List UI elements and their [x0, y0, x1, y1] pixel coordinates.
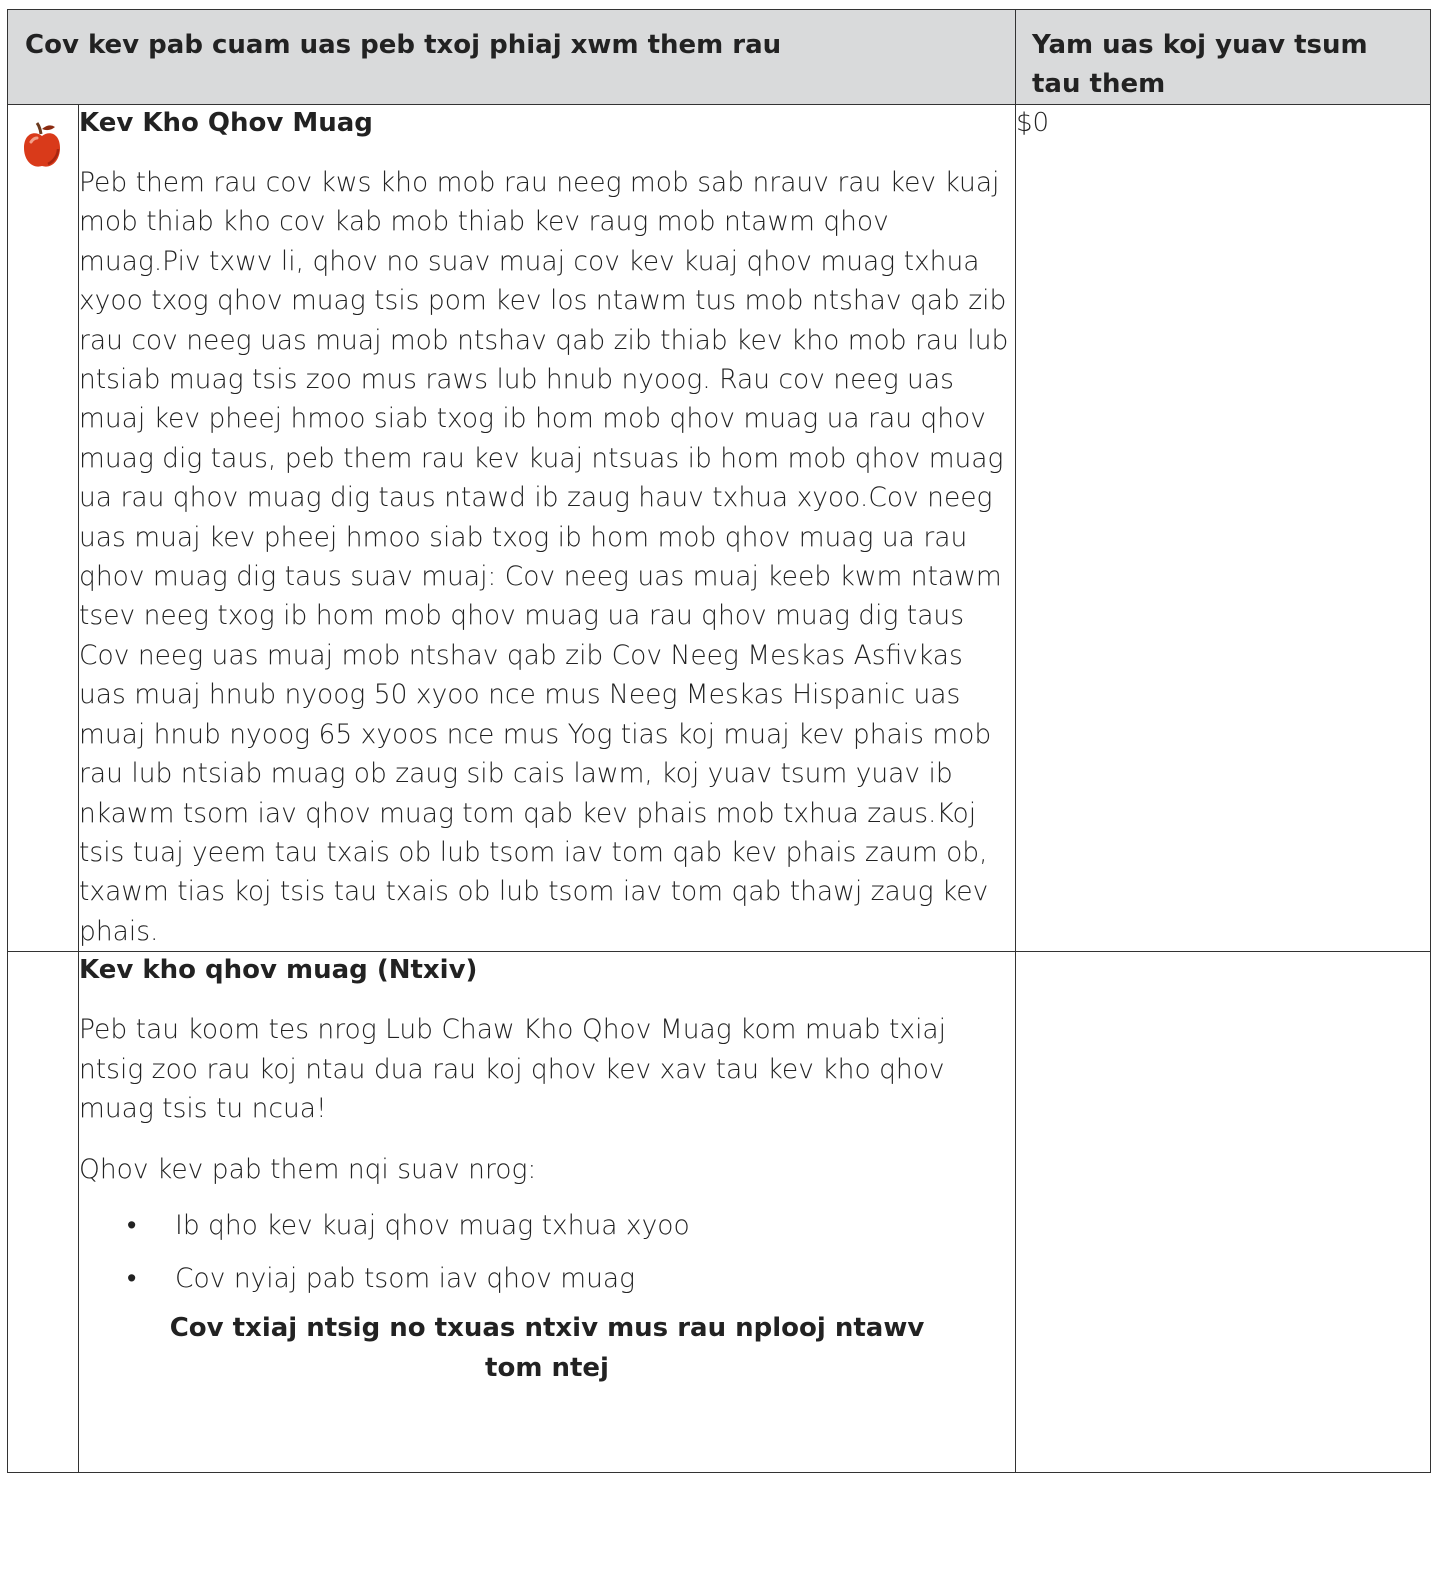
coverage-list: • Ib qho kev kuaj qhov muag txhua xyoo • C…	[79, 1206, 1015, 1298]
table-row: Kev kho qhov muag (Ntxiv) Peb tau koom t…	[7, 951, 1431, 1474]
table-header-row: Cov kev pab cuam uas peb txoj phiaj xwm …	[7, 9, 1431, 105]
cost-cell: $0	[1015, 103, 1431, 953]
list-item: • Ib qho kev kuaj qhov muag txhua xyoo	[127, 1206, 1015, 1245]
section-title: Kev Kho Qhov Muag	[79, 108, 373, 138]
benefit-cell-eye-care: Kev Kho Qhov Muag Peb them rau cov kws k…	[78, 103, 1016, 953]
list-item-text: Ib qho kev kuaj qhov muag txhua xyoo	[175, 1209, 690, 1241]
table-row: Kev Kho Qhov Muag Peb them rau cov kws k…	[7, 103, 1431, 953]
header-benefit: Cov kev pab cuam uas peb txoj phiaj xwm …	[7, 9, 1016, 105]
list-item-text: Cov nyiaj pab tsom iav qhov muag	[175, 1262, 636, 1294]
bullet-icon: •	[127, 1262, 137, 1294]
cost-value: $0	[1016, 108, 1050, 138]
icon-cell-empty	[7, 951, 79, 1474]
apple-icon	[24, 122, 60, 167]
section-body: Peb them rau cov kws kho mob rau neeg mo…	[79, 167, 1009, 947]
header-cost: Yam uas koj yuav tsum tau them	[1015, 9, 1431, 105]
icon-cell	[7, 103, 79, 953]
list-item: • Cov nyiaj pab tsom iav qhov muag	[127, 1259, 1015, 1298]
benefits-table: Cov kev pab cuam uas peb txoj phiaj xwm …	[7, 9, 1431, 1474]
section-title: Kev kho qhov muag (Ntxiv)	[79, 955, 478, 986]
cost-cell	[1015, 951, 1431, 1474]
coverage-intro: Qhov kev pab them nqi suav nrog:	[79, 1154, 537, 1186]
section-intro: Peb tau koom tes nrog Lub Chaw Kho Qhov …	[79, 1014, 947, 1124]
bullet-icon: •	[127, 1209, 137, 1241]
continued-note: Cov txiaj ntsig no txuas ntxiv mus rau n…	[169, 1312, 925, 1383]
benefit-cell-eye-care-extra: Kev kho qhov muag (Ntxiv) Peb tau koom t…	[78, 951, 1016, 1474]
